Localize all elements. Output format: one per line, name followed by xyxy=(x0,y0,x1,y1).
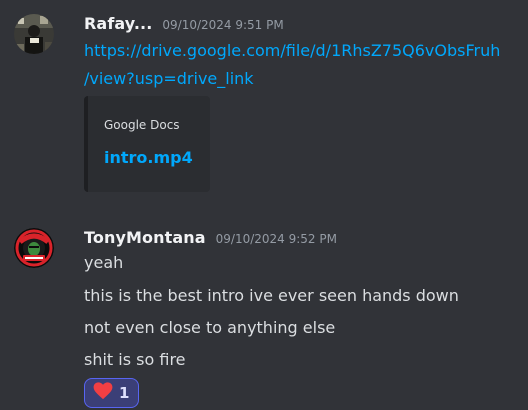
message-text-line: this is the best intro ive ever seen han… xyxy=(84,286,459,305)
message-link[interactable]: https://drive.google.com/file/d/1RhsZ75Q… xyxy=(84,40,500,62)
message-text-line: not even close to anything else xyxy=(84,318,336,337)
message-timestamp[interactable]: 09/10/2024 9:51 PM xyxy=(162,18,283,32)
message-link-continuation[interactable]: /view?usp=drive_link xyxy=(84,68,254,90)
message-header: TonyMontana 09/10/2024 9:52 PM xyxy=(84,228,337,247)
user-avatar-tonymontana[interactable] xyxy=(14,228,54,268)
reaction-heart-button[interactable]: 1 xyxy=(84,378,139,408)
message-text-line: shit is so fire xyxy=(84,350,186,369)
message-header: Rafay... 09/10/2024 9:51 PM xyxy=(84,14,284,33)
embed-title-link[interactable]: intro.mp4 xyxy=(104,148,193,167)
reaction-count: 1 xyxy=(119,384,130,402)
embed-provider: Google Docs xyxy=(104,118,180,132)
link-embed: Google Docs intro.mp4 xyxy=(84,96,210,192)
message-timestamp[interactable]: 09/10/2024 9:52 PM xyxy=(216,232,337,246)
message-text-line: yeah xyxy=(84,253,124,272)
author-name[interactable]: Rafay... xyxy=(84,14,152,33)
chat-message-list: Rafay... 09/10/2024 9:51 PM https://driv… xyxy=(0,0,528,410)
user-avatar-rafay[interactable] xyxy=(14,14,54,54)
author-name[interactable]: TonyMontana xyxy=(84,228,206,247)
heart-icon xyxy=(93,382,113,404)
